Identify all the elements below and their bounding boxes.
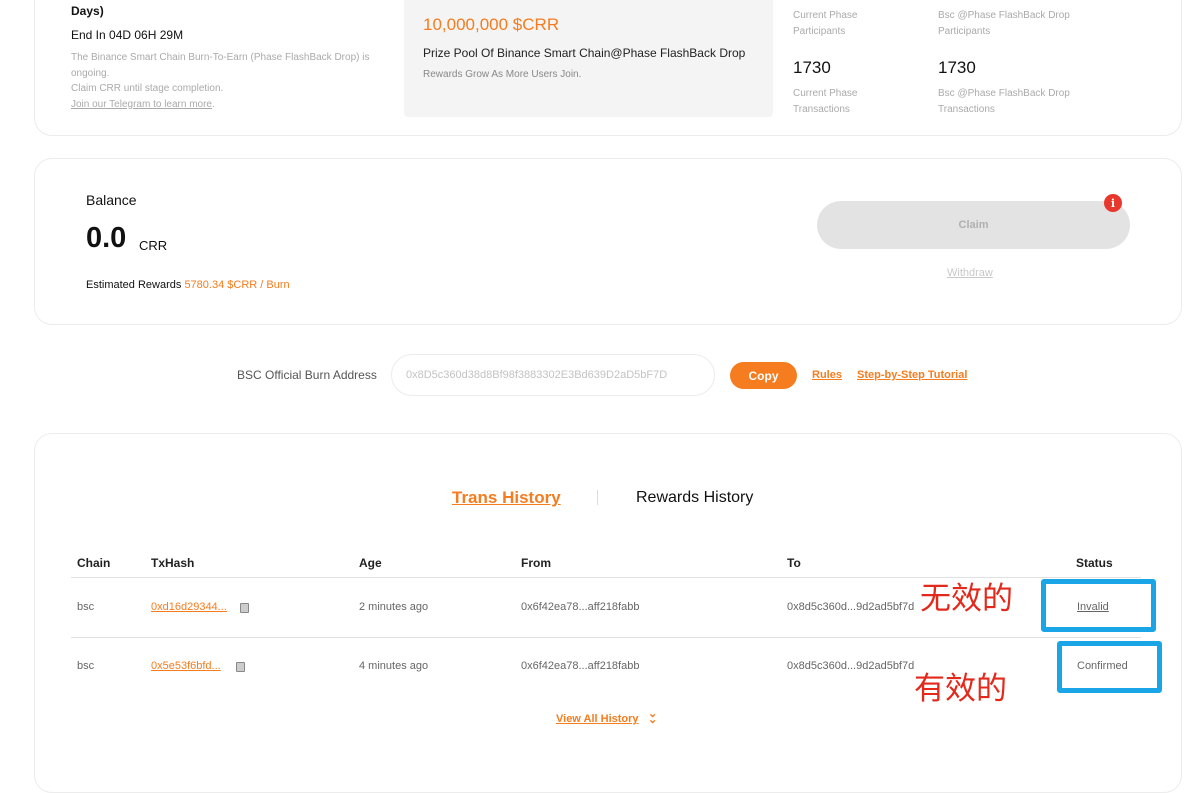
row-age: 4 minutes ago [359, 660, 429, 672]
annotation-invalid: 无效的 [920, 581, 1013, 617]
countdown-text: End In 04D 06H 29M [71, 28, 184, 42]
description-line-1: The Binance Smart Chain Burn-To-Earn (Ph… [71, 52, 370, 79]
prize-amount: 10,000,000 $CRR [423, 15, 560, 34]
withdraw-link[interactable]: Withdraw [947, 267, 993, 279]
row-chain: bsc [77, 660, 95, 672]
burn-address-field[interactable]: 0x8D5c360d38d8Bf98f3883302E3Bd639D2aD5bF… [391, 354, 715, 396]
balance-title: Balance [86, 192, 137, 208]
copy-icon[interactable] [236, 662, 245, 672]
current-participants-label: Current Phase Participants [793, 10, 858, 37]
phase-description: The Binance Smart Chain Burn-To-Earn (Ph… [71, 50, 401, 112]
estimated-rewards-label: Estimated Rewards [86, 279, 185, 291]
annotation-valid: 有效的 [914, 671, 1007, 707]
tab-rewards-history[interactable]: Rewards History [636, 489, 753, 507]
balance-unit: CRR [139, 238, 168, 253]
info-icon[interactable]: i [1104, 194, 1122, 212]
row-from: 0x6f42ea78...aff218fabb [521, 601, 640, 613]
telegram-suffix: . [212, 98, 215, 110]
row-chain: bsc [77, 601, 95, 613]
col-header-age: Age [359, 556, 382, 570]
double-chevron-down-icon[interactable]: ⌄ ⌄ [648, 709, 657, 726]
tab-trans-history[interactable]: Trans History [452, 488, 561, 508]
telegram-link[interactable]: Join our Telegram to learn more [71, 99, 212, 110]
col-header-from: From [521, 556, 551, 570]
tab-divider [597, 490, 598, 505]
description-line-2: Claim CRR until stage completion. [71, 83, 224, 94]
burn-address-value: 0x8D5c360d38d8Bf98f3883302E3Bd639D2aD5bF… [406, 369, 668, 381]
estimated-rewards-value: 5780.34 $CRR / Burn [184, 279, 290, 291]
col-header-txhash: TxHash [151, 556, 195, 570]
col-header-chain: Chain [77, 556, 111, 570]
bsc-participants-label: Bsc @Phase FlashBack Drop Participants [938, 10, 1070, 37]
row-divider [71, 637, 1141, 638]
view-all-history-link[interactable]: View All History [556, 713, 639, 725]
row-txhash-link[interactable]: 0xd16d29344... [151, 601, 227, 613]
bsc-transactions-label: Bsc @Phase FlashBack Drop Transactions [938, 88, 1070, 115]
row-to: 0x8d5c360d...9d2ad5bf7d [787, 601, 915, 613]
copy-icon[interactable] [240, 603, 249, 613]
highlight-box-confirmed [1057, 641, 1162, 693]
estimated-rewards: Estimated Rewards 5780.34 $CRR / Burn [86, 279, 290, 291]
row-txhash-link[interactable]: 0x5e53f6bfd... [151, 660, 221, 672]
highlight-box-invalid [1041, 579, 1156, 632]
current-transactions-value: 1730 [793, 58, 831, 77]
balance-value: 0.0 [86, 222, 127, 254]
col-header-to: To [787, 556, 801, 570]
phase-duration-label: Days) [71, 4, 104, 18]
row-from: 0x6f42ea78...aff218fabb [521, 660, 640, 672]
row-age: 2 minutes ago [359, 601, 429, 613]
current-transactions-label: Current Phase Transactions [793, 88, 858, 115]
bsc-transactions-value: 1730 [938, 58, 976, 77]
col-header-status: Status [1076, 556, 1113, 570]
burn-address-label: BSC Official Burn Address [237, 368, 377, 382]
claim-button[interactable]: Claim [817, 201, 1130, 249]
tutorial-link[interactable]: Step-by-Step Tutorial [857, 369, 967, 381]
copy-button[interactable]: Copy [730, 362, 797, 389]
rewards-grow-note: Rewards Grow As More Users Join. [423, 69, 582, 80]
row-to: 0x8d5c360d...9d2ad5bf7d [787, 660, 915, 672]
rules-link[interactable]: Rules [812, 369, 842, 381]
prize-pool-title: Prize Pool Of Binance Smart Chain@Phase … [423, 46, 746, 60]
